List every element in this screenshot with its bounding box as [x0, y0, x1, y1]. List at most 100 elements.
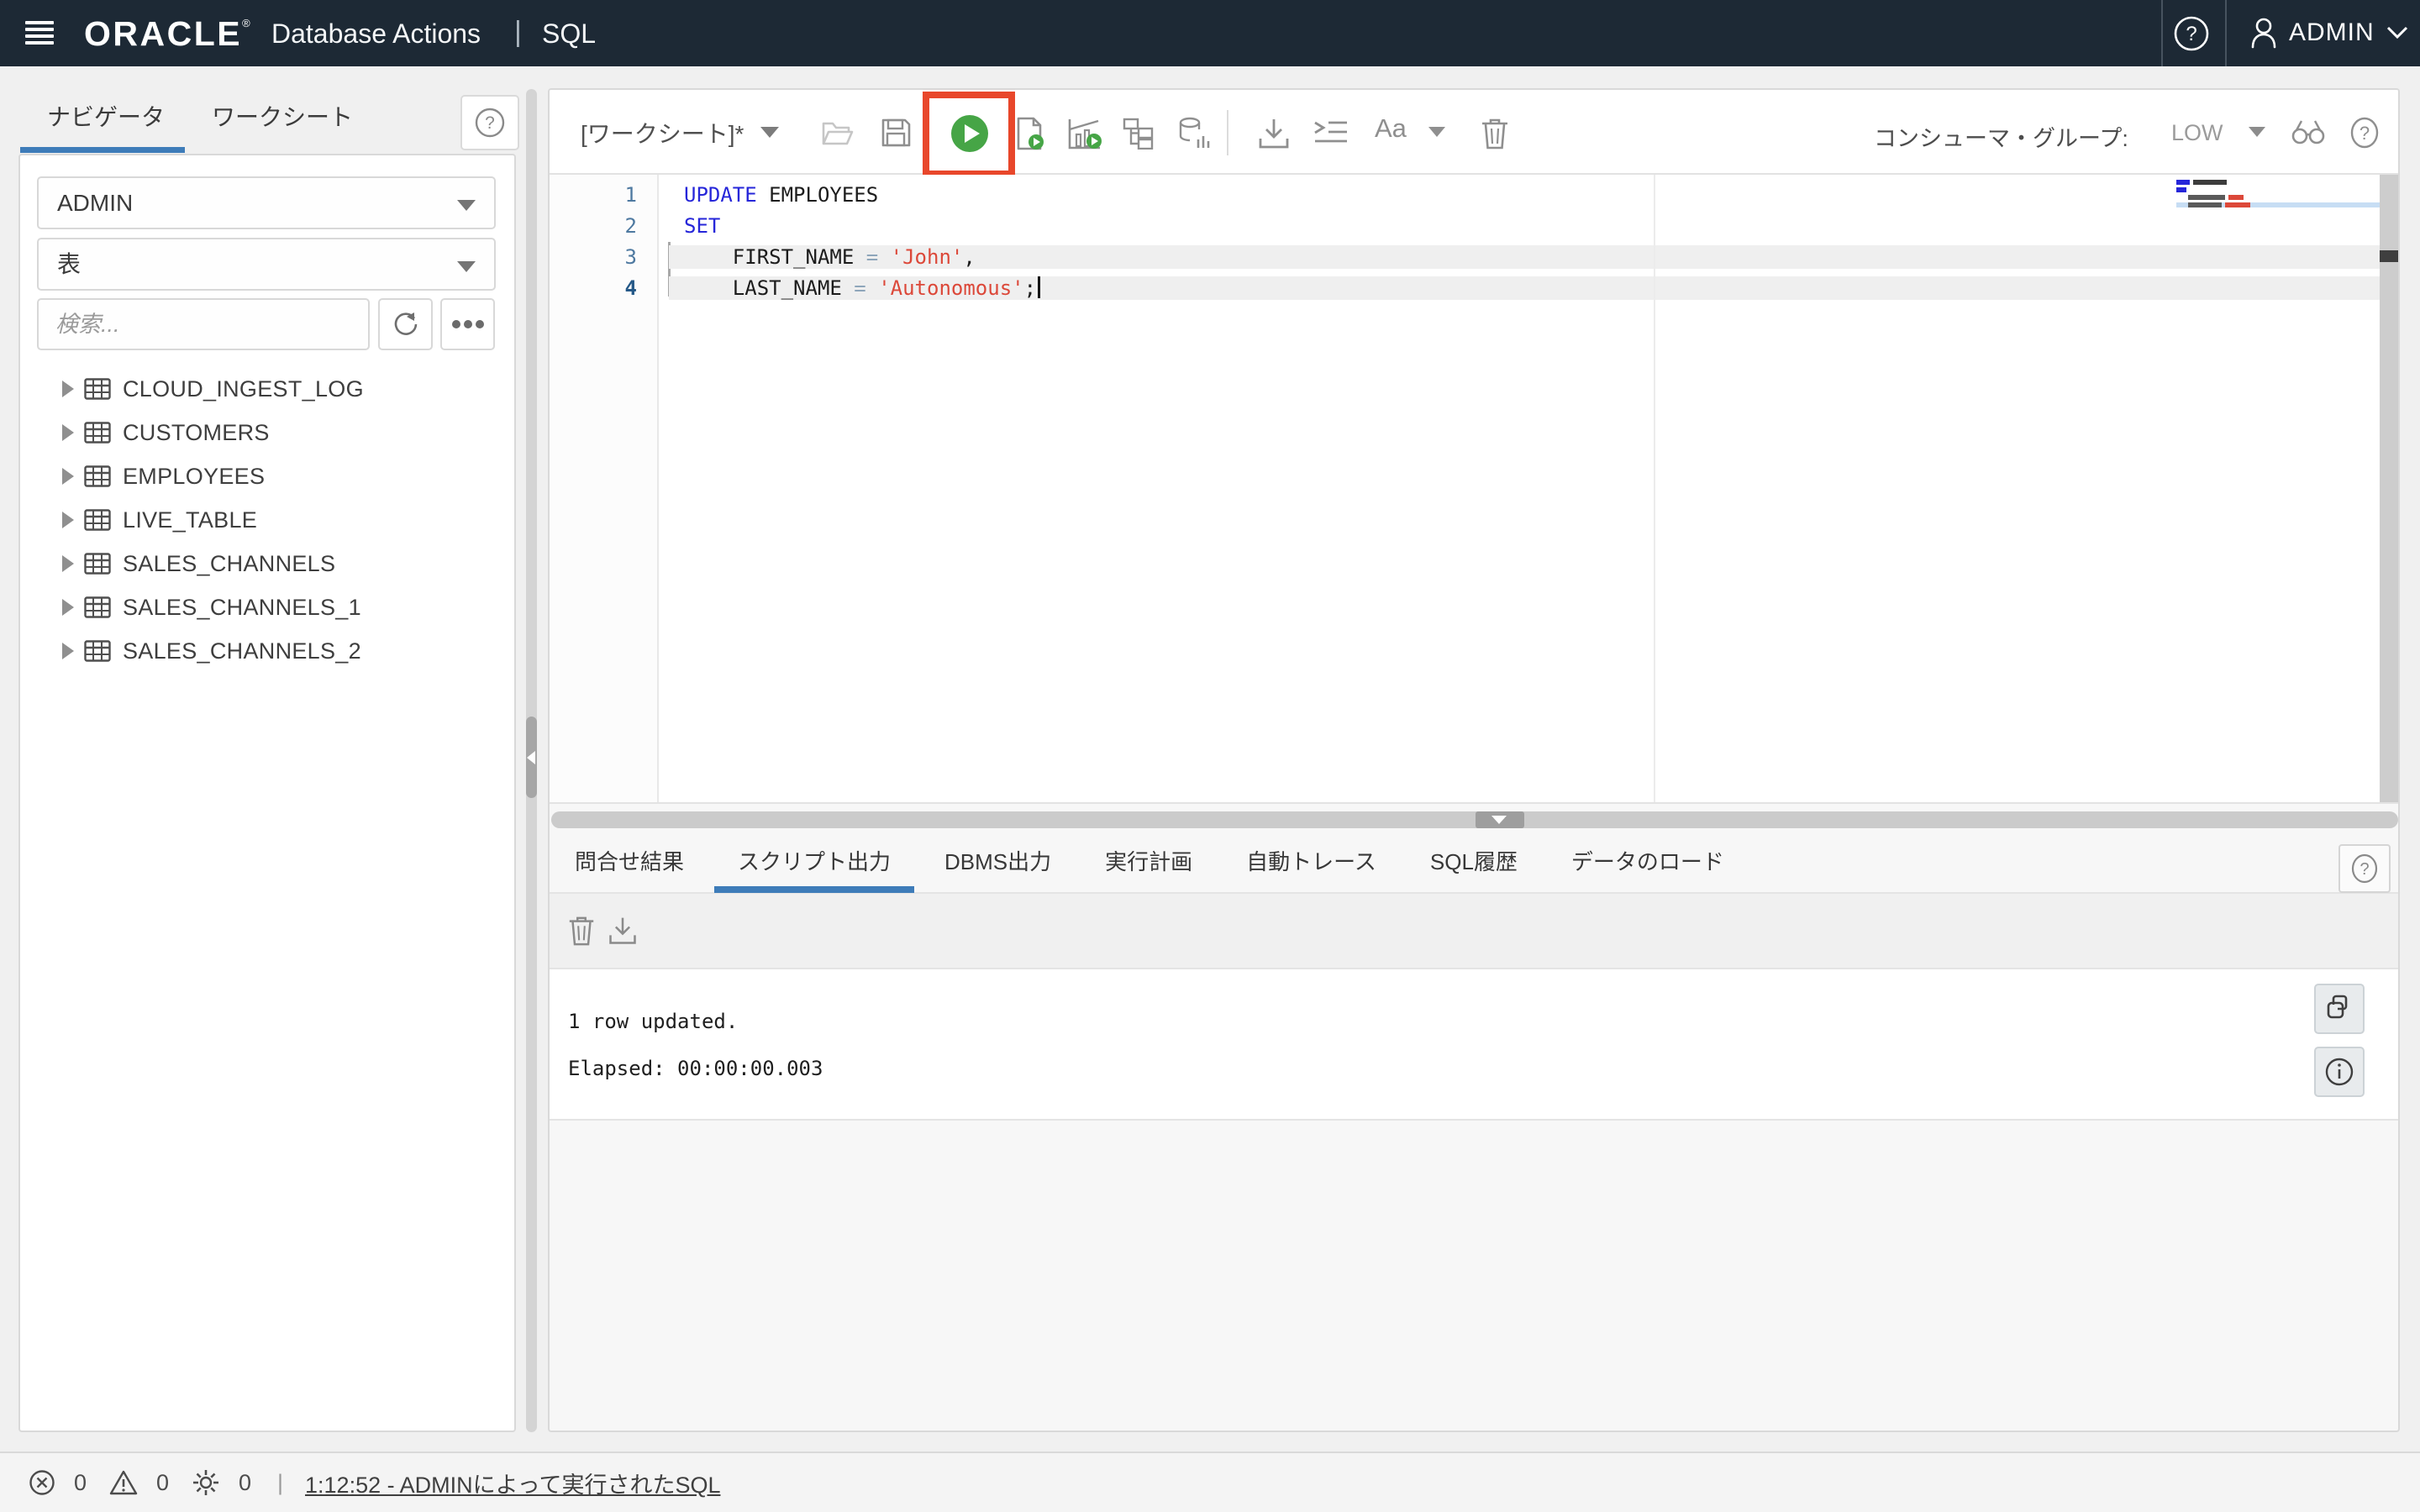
editor-minimap[interactable] — [2176, 176, 2380, 215]
find-icon[interactable] — [2291, 118, 2324, 151]
search-input[interactable]: 検索... — [37, 298, 370, 350]
format-icon[interactable] — [1312, 116, 1345, 150]
table-name: EMPLOYEES — [123, 464, 265, 490]
worksheet-title-dropdown[interactable]: [ワークシート]* — [581, 90, 779, 175]
clear-output-icon[interactable] — [566, 914, 600, 948]
table-tree-item[interactable]: LIVE_TABLE — [20, 498, 514, 542]
product-title: SQL — [542, 18, 596, 50]
sql-history-link[interactable]: 1:12:52 - ADMINによって実行されたSQL — [305, 1467, 720, 1499]
output-tab-スクリプト出力[interactable]: スクリプト出力 — [738, 831, 891, 893]
autotrace-run-icon[interactable] — [1066, 116, 1100, 150]
code-line[interactable]: SET — [659, 211, 2380, 242]
output-info-button[interactable] — [2314, 1047, 2365, 1097]
expand-arrow-icon[interactable] — [62, 424, 74, 441]
table-tree-item[interactable]: EMPLOYEES — [20, 454, 514, 498]
output-tab-問合せ結果[interactable]: 問合せ結果 — [575, 831, 684, 893]
sidebar-help-icon[interactable]: ? — [460, 95, 519, 150]
output-splitter[interactable] — [551, 811, 2398, 828]
tab-worksheet[interactable]: ワークシート — [212, 99, 353, 136]
more-actions-button[interactable] — [440, 298, 495, 350]
app-title: Database Actions — [271, 18, 481, 50]
table-tree-item[interactable]: CUSTOMERS — [20, 411, 514, 454]
expand-arrow-icon[interactable] — [62, 381, 74, 397]
consumer-group-value[interactable]: LOW — [2171, 120, 2223, 146]
app-header: ORACLE® Database Actions | SQL ? ADMIN — [0, 0, 2420, 66]
user-menu[interactable]: ADMIN — [2250, 13, 2408, 52]
open-file-icon[interactable] — [820, 116, 854, 150]
explain-plan-icon[interactable] — [1122, 116, 1155, 150]
expand-arrow-icon[interactable] — [62, 643, 74, 659]
table-icon — [84, 509, 111, 531]
expand-arrow-icon[interactable] — [62, 599, 74, 616]
object-type-select[interactable]: 表 — [37, 238, 496, 291]
right-margin-guide — [1654, 175, 1655, 802]
chevron-down-icon[interactable] — [2249, 127, 2265, 137]
output-tab-DBMS出力[interactable]: DBMS出力 — [944, 831, 1051, 893]
table-tree-item[interactable]: SALES_CHANNELS_1 — [20, 585, 514, 629]
run-statement-button[interactable] — [950, 114, 989, 153]
object-type-select-value: 表 — [57, 251, 81, 277]
line-number: 1 — [550, 180, 657, 211]
refresh-button[interactable] — [378, 298, 433, 350]
output-tab-SQL履歴[interactable]: SQL履歴 — [1430, 831, 1518, 893]
download-output-icon[interactable] — [607, 914, 640, 948]
status-bar: 0 0 0 | 1:12:52 - ADMINによって実行されたSQL — [0, 1452, 2420, 1512]
chevron-down-icon — [2386, 26, 2408, 39]
save-icon[interactable] — [879, 116, 913, 150]
table-name: CLOUD_INGEST_LOG — [123, 376, 364, 402]
table-tree-item[interactable]: CLOUD_INGEST_LOG — [20, 367, 514, 411]
code-token-text: EMPLOYEES — [757, 183, 879, 207]
code-token-text: FIRST_NAME — [684, 245, 866, 269]
table-tree-item[interactable]: SALES_CHANNELS_2 — [20, 629, 514, 673]
copy-output-button[interactable] — [2314, 984, 2365, 1034]
output-help-icon[interactable]: ? — [2338, 844, 2391, 893]
tab-navigator[interactable]: ナビゲータ — [47, 99, 165, 136]
table-name: SALES_CHANNELS_2 — [123, 638, 361, 664]
sql-monitor-icon[interactable] — [1176, 116, 1210, 150]
clear-worksheet-icon[interactable] — [1479, 116, 1512, 150]
code-area[interactable]: UPDATE EMPLOYEES SET FIRST_NAME = 'John',… — [659, 175, 2380, 802]
hamburger-menu-icon[interactable] — [25, 21, 54, 46]
sql-editor[interactable]: 1234 UPDATE EMPLOYEESSET FIRST_NAME = 'J… — [550, 175, 2400, 804]
table-icon — [84, 640, 111, 662]
expand-arrow-icon[interactable] — [62, 468, 74, 485]
schema-select[interactable]: ADMIN — [37, 176, 496, 229]
worksheet-help-icon[interactable]: ? — [2348, 116, 2381, 150]
run-script-icon[interactable] — [1012, 116, 1045, 150]
download-icon[interactable] — [1256, 116, 1290, 150]
header-help-icon[interactable]: ? — [2173, 15, 2210, 52]
output-toolbar — [550, 894, 2398, 968]
output-tab-データのロード[interactable]: データのロード — [1571, 831, 1724, 893]
editor-scrollbar-thumb[interactable] — [2380, 250, 2400, 262]
expand-arrow-icon[interactable] — [62, 512, 74, 528]
font-size-icon[interactable]: Aa — [1375, 113, 1407, 144]
worksheet-toolbar: [ワークシート]* Aa — [550, 90, 2398, 175]
warnings-icon — [109, 1469, 138, 1496]
table-tree-item[interactable]: SALES_CHANNELS — [20, 542, 514, 585]
sidebar-collapse-handle[interactable] — [526, 717, 537, 798]
status-separator: | — [277, 1470, 283, 1496]
errors-icon — [29, 1469, 55, 1496]
header-divider — [2225, 0, 2227, 66]
table-icon — [84, 422, 111, 444]
code-token-keyword: UPDATE — [684, 183, 757, 207]
output-tab-実行計画[interactable]: 実行計画 — [1105, 831, 1192, 893]
chevron-down-icon[interactable] — [1428, 127, 1445, 137]
worksheet-title: [ワークシート]* — [581, 116, 744, 150]
schema-select-value: ADMIN — [57, 190, 133, 216]
refresh-icon — [391, 309, 421, 339]
table-tree: CLOUD_INGEST_LOG CUSTOMERS EMPLOYEES LIV… — [20, 367, 514, 673]
svg-text:?: ? — [485, 113, 495, 133]
code-token-keyword: SET — [684, 214, 720, 238]
output-splitter-handle[interactable] — [1476, 811, 1524, 828]
code-line[interactable]: UPDATE EMPLOYEES — [659, 180, 2380, 211]
code-line[interactable]: FIRST_NAME = 'John', — [659, 242, 2380, 273]
code-line[interactable]: LAST_NAME = 'Autonomous'; — [659, 273, 2380, 304]
output-tab-自動トレース[interactable]: 自動トレース — [1246, 831, 1376, 893]
script-output-area: 1 row updated. Elapsed: 00:00:00.003 — [550, 968, 2398, 1121]
table-name: CUSTOMERS — [123, 420, 270, 446]
editor-scrollbar[interactable] — [2380, 175, 2400, 802]
expand-arrow-icon[interactable] — [62, 555, 74, 572]
line-number: 2 — [550, 211, 657, 242]
info-icon — [2324, 1057, 2354, 1087]
